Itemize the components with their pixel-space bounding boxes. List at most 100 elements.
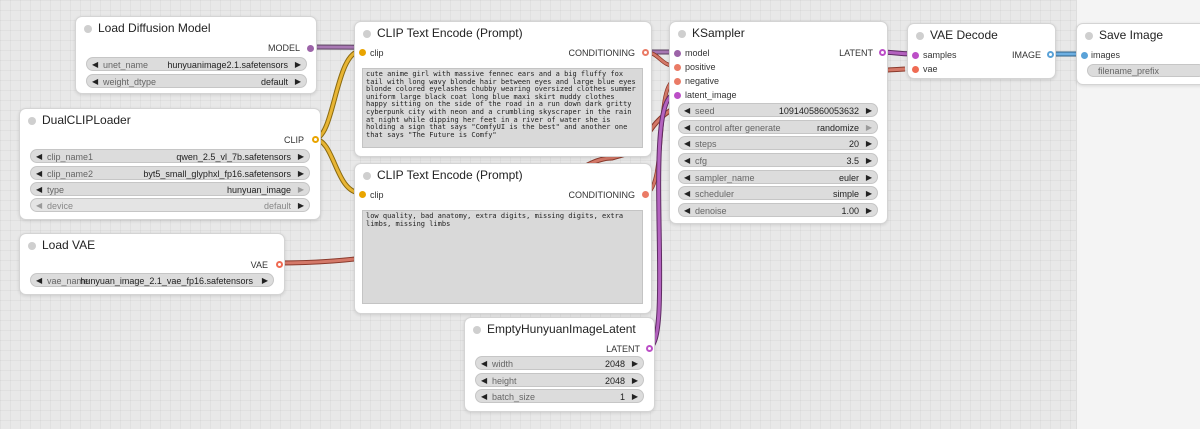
output-slot-conditioning[interactable] bbox=[642, 191, 649, 198]
increment-arrow-icon[interactable]: ▶ bbox=[262, 274, 268, 288]
decrement-arrow-icon[interactable]: ◀ bbox=[684, 121, 690, 135]
node-header[interactable]: KSampler bbox=[670, 22, 887, 46]
node-collapse-dot[interactable] bbox=[28, 117, 36, 125]
node-collapse-dot[interactable] bbox=[1085, 32, 1093, 40]
decrement-arrow-icon[interactable]: ◀ bbox=[684, 154, 690, 168]
node-header[interactable]: Save Image bbox=[1077, 24, 1200, 48]
width-input[interactable]: ◀ width 2048 ▶ bbox=[475, 356, 644, 370]
input-slot-latent-image[interactable] bbox=[674, 92, 681, 99]
decrement-arrow-icon[interactable]: ◀ bbox=[481, 374, 487, 388]
denoise-input[interactable]: ◀ denoise 1.00 ▶ bbox=[678, 203, 878, 217]
clip-name2-select[interactable]: ◀ clip_name2 byt5_small_glyphxl_fp16.saf… bbox=[30, 166, 310, 180]
decrement-arrow-icon[interactable]: ◀ bbox=[92, 58, 98, 72]
increment-arrow-icon[interactable]: ▶ bbox=[298, 183, 304, 197]
decrement-arrow-icon[interactable]: ◀ bbox=[36, 274, 42, 288]
output-slot-conditioning[interactable] bbox=[642, 49, 649, 56]
height-input[interactable]: ◀ height 2048 ▶ bbox=[475, 373, 644, 387]
ksampler-node[interactable]: KSampler model positive negative latent_… bbox=[669, 21, 888, 224]
input-slot-positive[interactable] bbox=[674, 64, 681, 71]
node-collapse-dot[interactable] bbox=[363, 172, 371, 180]
input-slot-clip[interactable] bbox=[359, 49, 366, 56]
load-diffusion-model-node[interactable]: Load Diffusion Model MODEL ◀ unet_name h… bbox=[75, 16, 317, 94]
load-vae-node[interactable]: Load VAE VAE ◀ vae_name hunyuan_image_2.… bbox=[19, 233, 285, 295]
node-header[interactable]: VAE Decode bbox=[908, 24, 1055, 48]
device-select[interactable]: ◀ device default ▶ bbox=[30, 198, 310, 212]
sampler-name-select[interactable]: ◀ sampler_name euler ▶ bbox=[678, 170, 878, 184]
input-slot-model[interactable] bbox=[674, 50, 681, 57]
decrement-arrow-icon[interactable]: ◀ bbox=[481, 390, 487, 404]
seed-input[interactable]: ◀ seed 1091405860053632 ▶ bbox=[678, 103, 878, 117]
increment-arrow-icon[interactable]: ▶ bbox=[866, 204, 872, 218]
node-collapse-dot[interactable] bbox=[84, 25, 92, 33]
decrement-arrow-icon[interactable]: ◀ bbox=[36, 167, 42, 181]
input-slot-samples[interactable] bbox=[912, 52, 919, 59]
node-collapse-dot[interactable] bbox=[678, 30, 686, 38]
output-slot-clip[interactable] bbox=[312, 136, 319, 143]
negative-prompt-textarea[interactable]: low quality, bad anatomy, extra digits, … bbox=[362, 210, 643, 304]
output-slot-model[interactable] bbox=[307, 45, 314, 52]
steps-input[interactable]: ◀ steps 20 ▶ bbox=[678, 136, 878, 150]
increment-arrow-icon[interactable]: ▶ bbox=[298, 167, 304, 181]
unet-name-select[interactable]: ◀ unet_name hunyuanimage2.1.safetensors … bbox=[86, 57, 307, 71]
increment-arrow-icon[interactable]: ▶ bbox=[866, 104, 872, 118]
output-slot-latent[interactable] bbox=[646, 345, 653, 352]
decrement-arrow-icon[interactable]: ◀ bbox=[36, 183, 42, 197]
output-slot-latent[interactable] bbox=[879, 49, 886, 56]
node-collapse-dot[interactable] bbox=[363, 30, 371, 38]
node-header[interactable]: CLIP Text Encode (Prompt) bbox=[355, 22, 651, 46]
vae-decode-node[interactable]: VAE Decode samples vae IMAGE bbox=[907, 23, 1056, 79]
increment-arrow-icon[interactable]: ▶ bbox=[866, 121, 872, 135]
decrement-arrow-icon[interactable]: ◀ bbox=[684, 137, 690, 151]
decrement-arrow-icon[interactable]: ◀ bbox=[36, 199, 42, 213]
node-header[interactable]: EmptyHunyuanImageLatent bbox=[465, 318, 654, 342]
node-collapse-dot[interactable] bbox=[473, 326, 481, 334]
clip-name1-select[interactable]: ◀ clip_name1 qwen_2.5_vl_7b.safetensors … bbox=[30, 149, 310, 163]
node-title: KSampler bbox=[692, 26, 745, 40]
node-header[interactable]: Load VAE bbox=[20, 234, 284, 258]
prompt-textarea[interactable]: cute anime girl with massive fennec ears… bbox=[362, 68, 643, 148]
increment-arrow-icon[interactable]: ▶ bbox=[632, 390, 638, 404]
decrement-arrow-icon[interactable]: ◀ bbox=[481, 357, 487, 371]
widget-value: 3.5 bbox=[846, 156, 859, 166]
input-slot-clip[interactable] bbox=[359, 191, 366, 198]
output-slot-vae[interactable] bbox=[276, 261, 283, 268]
input-slot-negative[interactable] bbox=[674, 78, 681, 85]
type-select[interactable]: ◀ type hunyuan_image ▶ bbox=[30, 182, 310, 196]
decrement-arrow-icon[interactable]: ◀ bbox=[684, 104, 690, 118]
node-collapse-dot[interactable] bbox=[28, 242, 36, 250]
node-header[interactable]: Load Diffusion Model bbox=[76, 17, 316, 41]
decrement-arrow-icon[interactable]: ◀ bbox=[684, 171, 690, 185]
clip-text-encode-positive-node[interactable]: CLIP Text Encode (Prompt) clip CONDITION… bbox=[354, 21, 652, 157]
dual-clip-loader-node[interactable]: DualCLIPLoader CLIP ◀ clip_name1 qwen_2.… bbox=[19, 108, 321, 220]
node-header[interactable]: DualCLIPLoader bbox=[20, 109, 320, 133]
cfg-input[interactable]: ◀ cfg 3.5 ▶ bbox=[678, 153, 878, 167]
decrement-arrow-icon[interactable]: ◀ bbox=[92, 75, 98, 89]
decrement-arrow-icon[interactable]: ◀ bbox=[684, 187, 690, 201]
increment-arrow-icon[interactable]: ▶ bbox=[866, 187, 872, 201]
filename-prefix-input[interactable]: filename_prefix bbox=[1087, 64, 1200, 77]
increment-arrow-icon[interactable]: ▶ bbox=[866, 171, 872, 185]
decrement-arrow-icon[interactable]: ◀ bbox=[684, 204, 690, 218]
increment-arrow-icon[interactable]: ▶ bbox=[298, 199, 304, 213]
empty-hunyuan-image-latent-node[interactable]: EmptyHunyuanImageLatent LATENT ◀ width 2… bbox=[464, 317, 655, 412]
control-after-generate-select[interactable]: ◀ control after generate randomize ▶ bbox=[678, 120, 878, 134]
vae-name-select[interactable]: ◀ vae_name hunyuan_image_2.1_vae_fp16.sa… bbox=[30, 273, 274, 287]
clip-text-encode-negative-node[interactable]: CLIP Text Encode (Prompt) clip CONDITION… bbox=[354, 163, 652, 314]
output-slot-image[interactable] bbox=[1047, 51, 1054, 58]
save-image-node[interactable]: Save Image images filename_prefix bbox=[1076, 23, 1200, 85]
increment-arrow-icon[interactable]: ▶ bbox=[866, 154, 872, 168]
batch-size-input[interactable]: ◀ batch_size 1 ▶ bbox=[475, 389, 644, 403]
increment-arrow-icon[interactable]: ▶ bbox=[295, 75, 301, 89]
increment-arrow-icon[interactable]: ▶ bbox=[295, 58, 301, 72]
weight-dtype-select[interactable]: ◀ weight_dtype default ▶ bbox=[86, 74, 307, 88]
increment-arrow-icon[interactable]: ▶ bbox=[632, 374, 638, 388]
scheduler-select[interactable]: ◀ scheduler simple ▶ bbox=[678, 186, 878, 200]
increment-arrow-icon[interactable]: ▶ bbox=[298, 150, 304, 164]
decrement-arrow-icon[interactable]: ◀ bbox=[36, 150, 42, 164]
increment-arrow-icon[interactable]: ▶ bbox=[866, 137, 872, 151]
input-slot-vae[interactable] bbox=[912, 66, 919, 73]
node-collapse-dot[interactable] bbox=[916, 32, 924, 40]
increment-arrow-icon[interactable]: ▶ bbox=[632, 357, 638, 371]
input-slot-images[interactable] bbox=[1081, 52, 1088, 59]
node-header[interactable]: CLIP Text Encode (Prompt) bbox=[355, 164, 651, 188]
